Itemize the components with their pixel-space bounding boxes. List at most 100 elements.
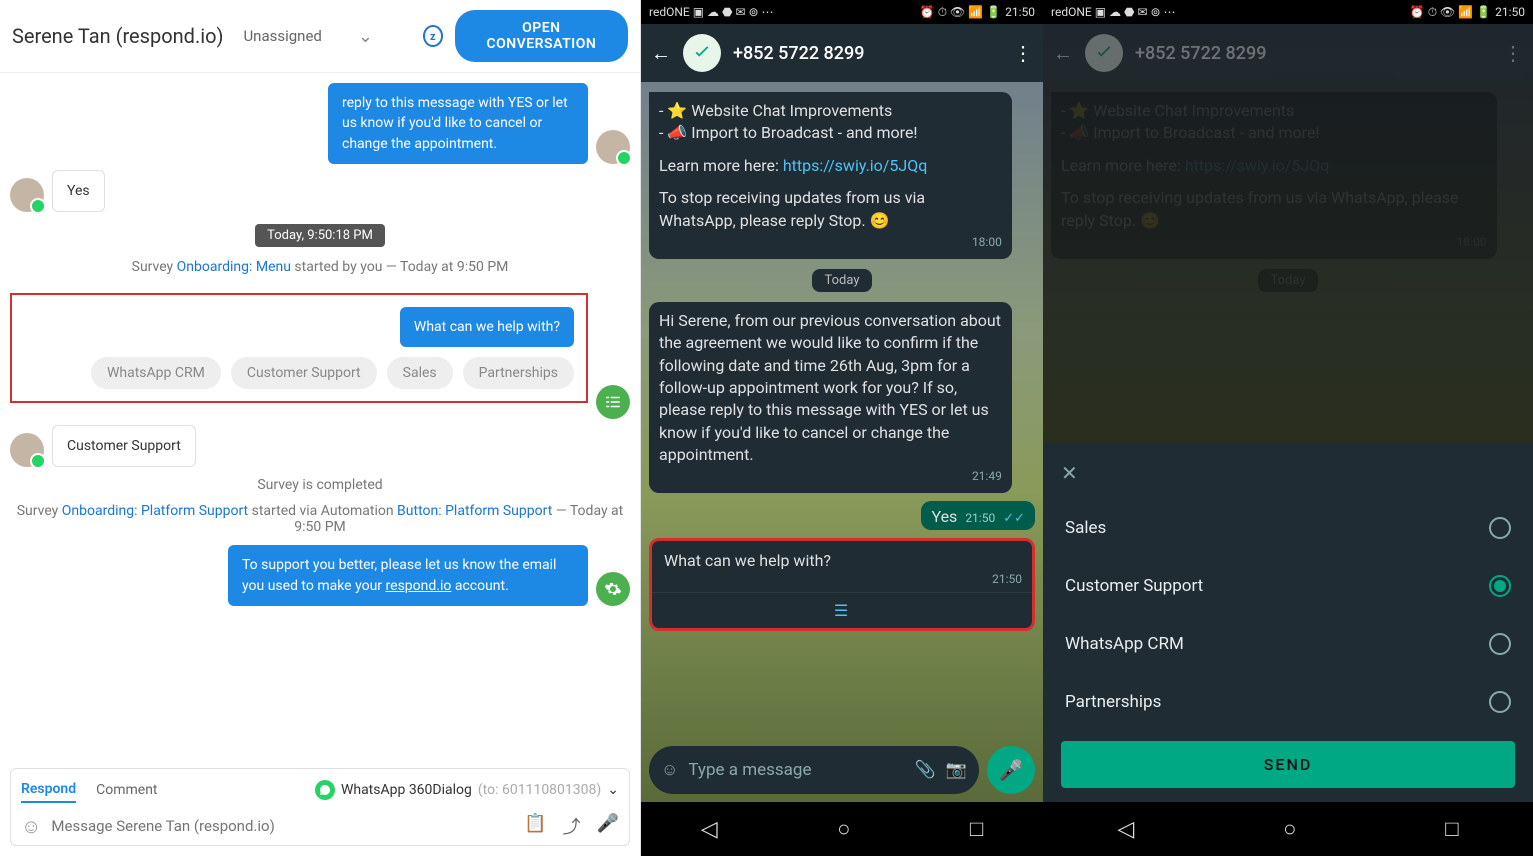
chip-sales[interactable]: Sales [387, 357, 453, 389]
android-nav-bar: ◁ ○ □ [641, 802, 1043, 856]
incoming-bubble: Hi Serene, from our previous conversatio… [649, 302, 1012, 494]
message-bubble: Customer Support [52, 425, 196, 467]
msg-time: 21:50 [652, 572, 1032, 592]
radio-icon [1489, 517, 1511, 539]
survey-link[interactable]: Onboarding: Platform Support [62, 503, 248, 519]
option-whatsapp-crm[interactable]: WhatsApp CRM [1061, 615, 1515, 673]
message-input[interactable] [51, 817, 514, 835]
learn-more-link[interactable]: https://swiy.io/5JQq [783, 156, 928, 175]
whatsapp-phone-1: redONE ▣ ☁ ⬣ ✉ ⊚ ⋯ ⏰ ⏱ 👁 📶 🔋 21:50 ← +852… [641, 0, 1043, 856]
nav-home-icon[interactable]: ○ [1283, 816, 1296, 842]
outgoing-bubble: Yes 21:50 ✓✓ [921, 501, 1035, 530]
system-event: Survey is completed [10, 477, 630, 493]
nav-back-icon[interactable]: ◁ [1117, 817, 1134, 842]
close-icon[interactable]: ✕ [1061, 457, 1515, 499]
chat-body: - ⭐ Website Chat Improvements - 📣 Import… [641, 82, 1043, 738]
whatsapp-badge-icon [616, 150, 632, 166]
nav-home-icon[interactable]: ○ [837, 816, 850, 842]
system-event: Survey Onboarding: Menu started by you —… [10, 259, 630, 275]
msg-time: 21:50 [965, 511, 995, 525]
date-pill: Today, 9:50:18 PM [255, 224, 385, 247]
mic-icon[interactable]: 🎤 [597, 813, 619, 839]
bot-avatar [596, 572, 630, 606]
option-customer-support[interactable]: Customer Support [1061, 557, 1515, 615]
message-bubble: reply to this message with YES or let us… [328, 83, 588, 164]
outgoing-message-row: To support you better, please let us kno… [10, 545, 630, 606]
msg-time: 21:49 [659, 468, 1002, 485]
highlight-box: What can we help with? 21:50 ☰ [649, 538, 1035, 631]
snooze-icon[interactable]: z [423, 25, 443, 47]
read-ticks-icon: ✓✓ [1003, 511, 1025, 526]
whatsapp-header: ← +852 5722 8299 ⋮ [1043, 24, 1533, 82]
upload-icon[interactable]: ⤴ [563, 813, 581, 839]
carrier-label: redONE [649, 5, 690, 19]
contact-avatar [10, 433, 44, 467]
conversation-body: reply to this message with YES or let us… [0, 73, 640, 758]
automation-link[interactable]: Button: Platform Support [397, 503, 552, 519]
agent-avatar [596, 130, 630, 164]
chevron-down-icon: ⌄ [607, 782, 619, 798]
question-bubble: What can we help with? [400, 307, 574, 347]
respond-header: Serene Tan (respond.io) Unassigned z OPE… [0, 0, 640, 73]
survey-link[interactable]: Onboarding: Menu [177, 259, 291, 275]
incoming-message-row: Yes [10, 170, 630, 212]
option-partnerships[interactable]: Partnerships [1061, 673, 1515, 731]
assignee-dropdown[interactable]: Unassigned [235, 22, 381, 51]
emoji-icon[interactable]: ☺ [661, 760, 678, 780]
chip-customer-support[interactable]: Customer Support [231, 357, 377, 389]
radio-icon [1489, 633, 1511, 655]
input-placeholder: Type a message [688, 760, 904, 780]
back-icon[interactable]: ← [651, 41, 671, 66]
back-icon: ← [1053, 41, 1073, 66]
camera-icon[interactable]: 📷 [946, 760, 967, 780]
mic-button[interactable]: 🎤 [987, 746, 1035, 794]
respond-io-link[interactable]: respond.io [386, 578, 452, 594]
channel-name: WhatsApp 360Dialog [341, 782, 472, 798]
composer-tabs: Respond Comment WhatsApp 360Dialog (to: … [21, 777, 619, 803]
send-button[interactable]: SEND [1061, 741, 1515, 788]
android-nav-bar: ◁ ○ □ [1043, 802, 1533, 856]
status-icons: ⏰ ⏱ 👁 📶 🔋 [1410, 5, 1491, 20]
quick-reply-chips: WhatsApp CRM Customer Support Sales Part… [91, 357, 574, 389]
list-icon [604, 393, 622, 411]
assignee-value: Unassigned [243, 27, 321, 45]
whatsapp-phone-2: redONE ▣ ☁ ⬣ ✉ ⊚ ⋯ ⏰ ⏱ 👁 📶 🔋21:50 ← +852… [1043, 0, 1533, 856]
option-sales[interactable]: Sales [1061, 499, 1515, 557]
contact-number[interactable]: +852 5722 8299 [733, 43, 864, 64]
open-conversation-button[interactable]: OPEN CONVERSATION [455, 10, 628, 62]
system-event: Survey Onboarding: Platform Support star… [10, 503, 630, 535]
bot-avatar [596, 385, 630, 419]
list-message-question: What can we help with? [652, 541, 1032, 572]
date-separator: Today [812, 269, 871, 292]
date-separator: Today, 9:50:18 PM [10, 224, 630, 247]
message-input[interactable]: ☺ Type a message 📎 📷 [649, 746, 979, 794]
contact-number: +852 5722 8299 [1135, 43, 1266, 64]
attach-icon[interactable]: 📎 [915, 760, 936, 780]
nav-recent-icon[interactable]: □ [970, 816, 983, 842]
incoming-bubble: - ⭐ Website Chat Improvements - 📣 Import… [649, 92, 1012, 259]
status-icons: ⏰ ⏱ 👁 📶 🔋 [920, 5, 1001, 20]
list-menu-button[interactable]: ☰ [652, 593, 1032, 628]
clipboard-icon[interactable]: 📋 [524, 813, 546, 839]
respond-io-panel: Serene Tan (respond.io) Unassigned z OPE… [0, 0, 641, 856]
nav-recent-icon[interactable]: □ [1445, 816, 1458, 842]
chip-partnerships[interactable]: Partnerships [463, 357, 574, 389]
tab-comment[interactable]: Comment [96, 778, 157, 802]
nav-back-icon[interactable]: ◁ [701, 817, 718, 842]
radio-icon [1489, 691, 1511, 713]
status-icons: ▣ ☁ ⬣ ✉ ⊚ ⋯ [693, 5, 774, 19]
clock-label: 21:50 [1005, 5, 1035, 19]
msg-time: 18:00 [659, 234, 1002, 251]
whatsapp-badge-icon [30, 453, 46, 469]
channel-selector[interactable]: WhatsApp 360Dialog (to: 601110801308) ⌄ [315, 780, 619, 800]
whatsapp-icon [315, 780, 335, 800]
channel-recipient: (to: 601110801308) [478, 782, 601, 798]
highlight-box: What can we help with? WhatsApp CRM Cust… [10, 293, 588, 403]
emoji-icon[interactable]: ☺ [21, 814, 41, 839]
more-icon[interactable]: ⋮ [1013, 41, 1033, 65]
chip-whatsapp-crm[interactable]: WhatsApp CRM [91, 357, 221, 389]
tab-respond[interactable]: Respond [21, 777, 76, 803]
message-bubble: To support you better, please let us kno… [228, 545, 588, 606]
checkmark-badge-icon [691, 42, 713, 64]
contact-avatar[interactable] [683, 34, 721, 72]
